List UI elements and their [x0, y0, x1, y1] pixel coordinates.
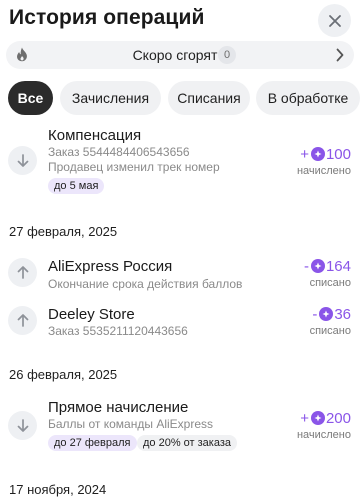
transaction-name: Deeley Store: [48, 306, 135, 323]
arrow-up-icon: [17, 314, 28, 327]
amount-sign: -: [312, 305, 318, 323]
expiring-points-bar[interactable]: Скоро сгорят 0: [6, 41, 354, 69]
amount-value: 100: [325, 145, 351, 163]
transaction-status: списано: [309, 325, 351, 337]
transaction-name: Прямое начисление: [48, 399, 189, 416]
arrow-up-icon: [17, 266, 28, 279]
points-coin-icon: [310, 411, 325, 425]
list-item[interactable]: Прямое начисление Баллы от команды AliEx…: [0, 394, 360, 456]
transaction-description: Продавец изменил трек номер: [48, 160, 220, 174]
close-icon: [328, 14, 341, 27]
header: История операций: [0, 0, 360, 40]
transaction-amount: + 100: [300, 145, 351, 163]
chevron-right-icon: [336, 48, 344, 62]
limit-tag: до 20% от заказа: [137, 435, 238, 451]
list-item[interactable]: Компенсация Заказ 5544484406543656 Прода…: [0, 120, 360, 200]
transaction-amount: - 164: [304, 257, 351, 275]
amount-sign: +: [300, 409, 309, 427]
transaction-status: начислено: [296, 429, 351, 441]
tab-processing[interactable]: В обработке: [256, 81, 360, 115]
tab-debits[interactable]: Списания: [168, 81, 250, 115]
amount-sign: -: [303, 257, 309, 275]
transaction-type-badge: [8, 146, 37, 175]
transaction-amount: - 36: [312, 305, 351, 323]
transaction-description: Окончание срока действия баллов: [48, 277, 243, 291]
transaction-amount: + 200: [300, 409, 351, 427]
transaction-type-badge: [8, 411, 37, 440]
close-button[interactable]: [318, 4, 351, 37]
amount-value: 164: [325, 257, 351, 275]
date-header: 17 ноября, 2024: [9, 482, 107, 497]
tab-all[interactable]: Все: [8, 81, 53, 115]
expiry-tag: до 5 мая: [48, 178, 105, 194]
transaction-status: списано: [309, 277, 351, 289]
filter-tabs: Все Зачисления Списания В обработке: [8, 81, 360, 115]
transaction-status: начислено: [296, 165, 351, 177]
points-coin-icon: [310, 147, 325, 161]
amount-value: 36: [334, 305, 351, 323]
transaction-order: Заказ 5544484406543656: [48, 145, 190, 159]
date-header: 27 февраля, 2025: [9, 224, 118, 239]
transaction-name: AliExpress Россия: [48, 258, 173, 275]
expiry-tag: до 27 февраля: [48, 435, 137, 451]
transaction-name: Компенсация: [48, 127, 142, 144]
expiring-count-badge: 0: [218, 46, 236, 64]
transaction-description: Баллы от команды AliExpress: [48, 417, 214, 431]
page-title: История операций: [9, 6, 205, 29]
transaction-type-badge: [8, 258, 37, 287]
list-item[interactable]: AliExpress Россия Окончание срока действ…: [0, 252, 360, 298]
amount-value: 200: [325, 409, 351, 427]
expiring-label: Скоро сгорят: [132, 47, 218, 63]
arrow-down-icon: [17, 419, 28, 432]
tab-credits[interactable]: Зачисления: [60, 81, 161, 115]
amount-sign: +: [300, 145, 309, 163]
points-coin-icon: [319, 307, 334, 321]
list-item[interactable]: Deeley Store Заказ 5535211120443656 - 36…: [0, 300, 360, 346]
arrow-down-icon: [17, 154, 28, 167]
transaction-order: Заказ 5535211120443656: [48, 324, 188, 338]
transaction-type-badge: [8, 306, 37, 335]
points-coin-icon: [310, 259, 325, 273]
date-header: 26 февраля, 2025: [9, 367, 118, 382]
